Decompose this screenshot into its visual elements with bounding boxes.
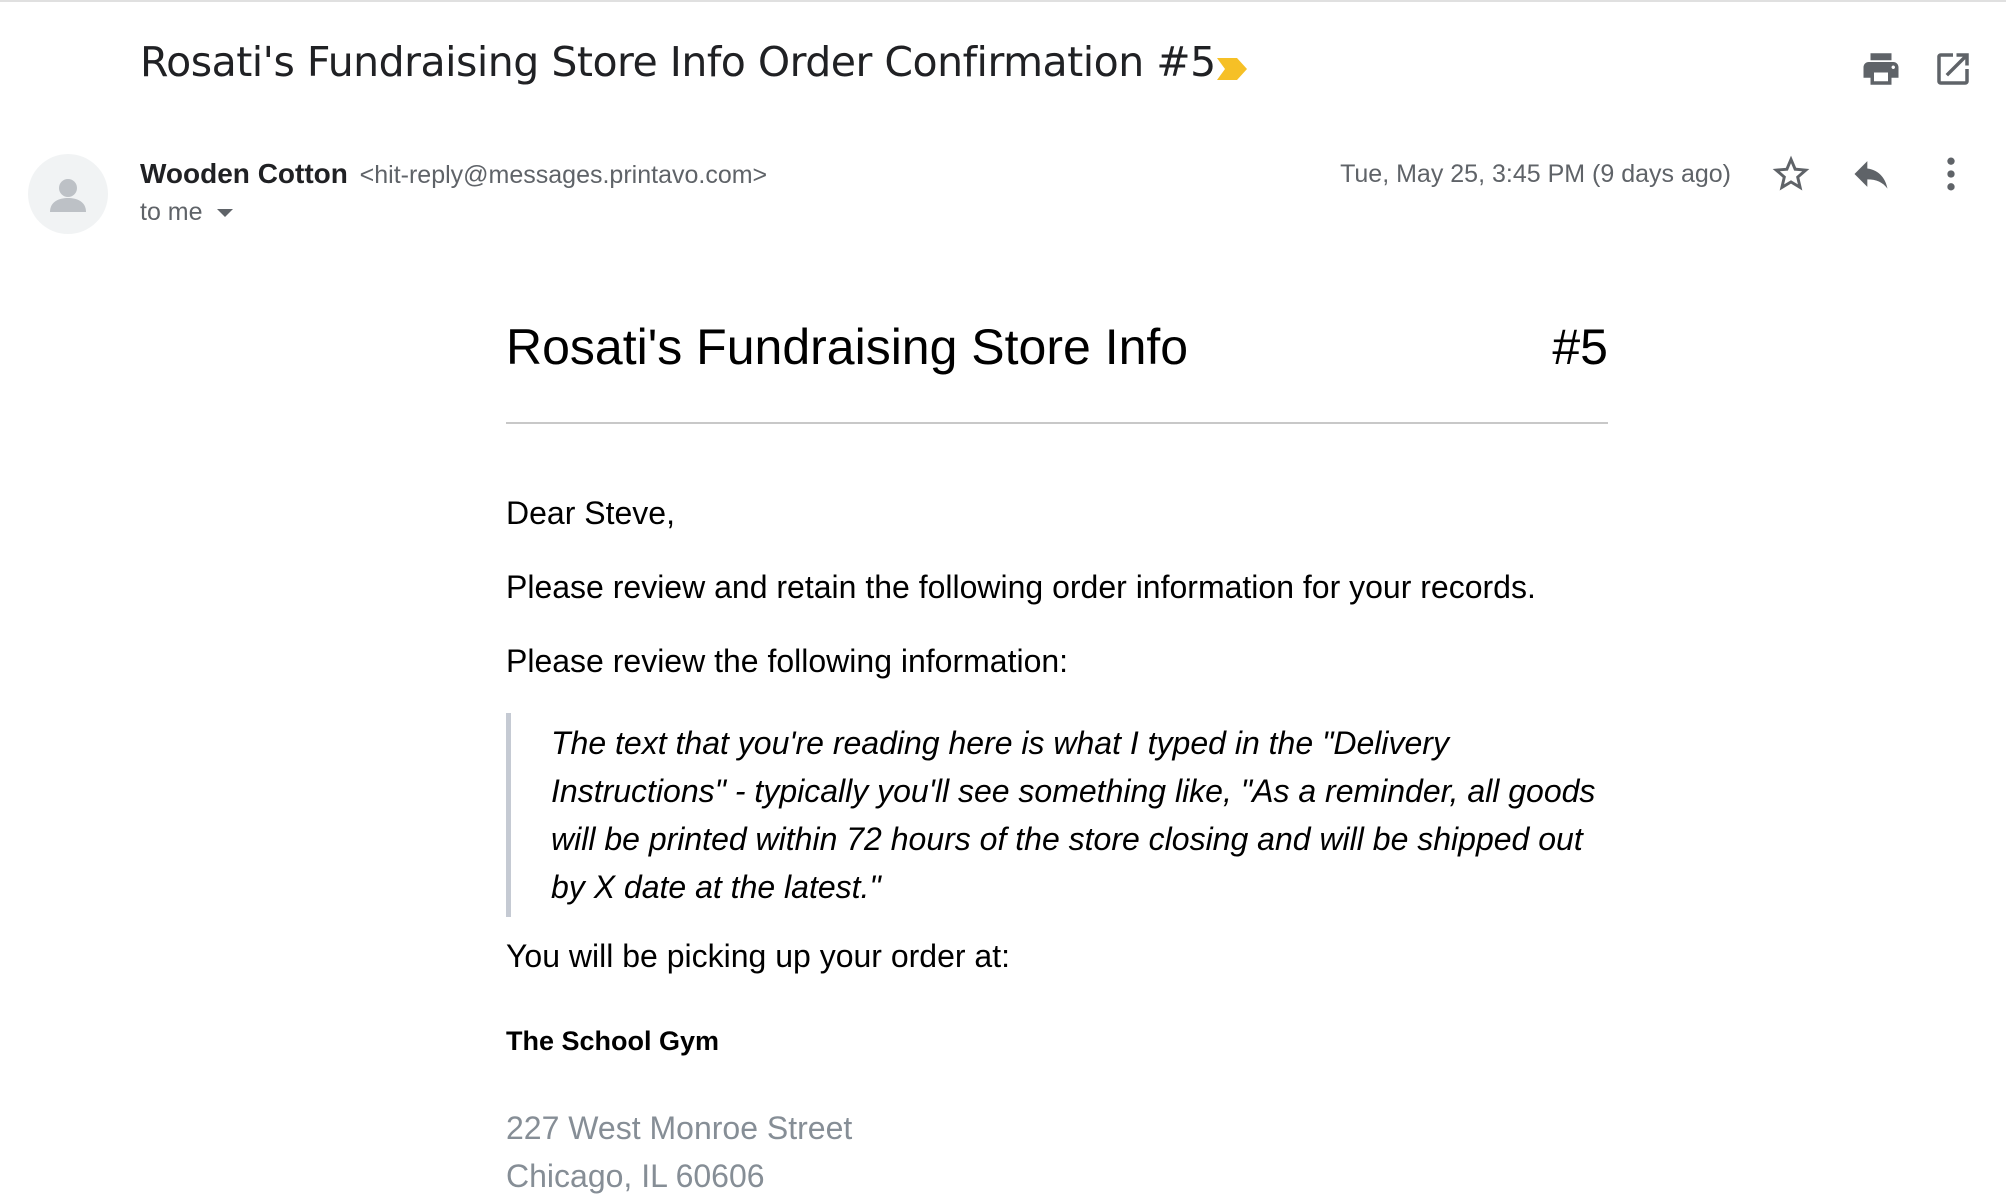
pickup-intro: You will be picking up your order at: [506,938,1010,974]
recipient-label: to me [140,198,203,226]
delivery-instructions-quote: The text that you're reading here is wha… [506,713,1608,917]
intro-text: Please review and retain the following o… [506,569,1536,605]
top-divider [0,0,2006,2]
sender-email: <hit-reply@messages.printavo.com> [359,161,768,189]
important-label-icon[interactable] [1215,56,1249,82]
reply-icon[interactable] [1849,152,1893,196]
email-body: Rosati's Fundraising Store Info #5 Dear … [506,310,1608,1194]
person-icon [50,179,86,212]
avatar [28,154,108,234]
pickup-city-line[interactable]: Chicago, IL 60606 [506,1158,765,1195]
chevron-down-icon[interactable] [216,209,233,218]
more-vertical-icon[interactable] [1929,152,1973,196]
review-prompt: Please review the following information: [506,643,1069,679]
email-subject: Rosati's Fundraising Store Info Order Co… [140,38,1216,86]
sender-name[interactable]: Wooden Cotton [140,158,348,189]
recipient-details-toggle[interactable]: to me [140,198,233,227]
email-date: Tue, May 25, 3:45 PM (9 days ago) [1340,160,1731,188]
open-in-new-window-icon[interactable] [1932,48,1974,90]
order-number: #5 [1552,319,1608,375]
star-icon[interactable] [1769,152,1813,196]
store-title: Rosati's Fundraising Store Info [506,319,1189,375]
email-view: Rosati's Fundraising Store Info Order Co… [0,0,2006,1204]
print-icon[interactable] [1860,48,1902,90]
greeting: Dear Steve, [506,495,675,531]
sender[interactable]: Wooden Cotton <hit-reply@messages.printa… [140,158,767,190]
store-header: Rosati's Fundraising Store Info #5 [506,310,1608,424]
pickup-location-name: The School Gym [506,1026,720,1056]
pickup-street[interactable]: 227 West Monroe Street [506,1110,852,1147]
